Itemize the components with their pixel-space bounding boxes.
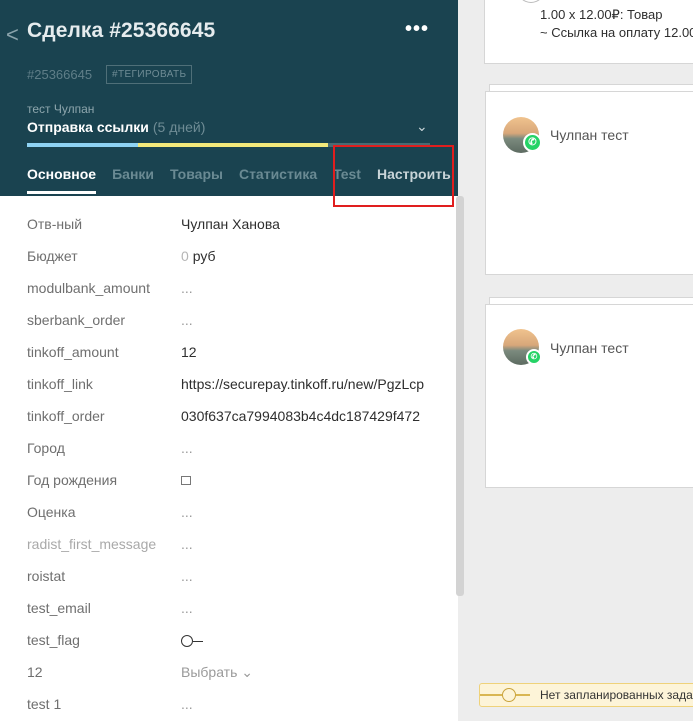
field-row: Бюджет 0 руб	[0, 240, 458, 272]
field-row: test_flag	[0, 624, 458, 656]
field-row: tinkoff_amount 12	[0, 336, 458, 368]
stage-progress-2	[138, 143, 328, 147]
whatsapp-icon: ✆	[523, 133, 542, 152]
back-icon[interactable]: <	[6, 22, 19, 48]
notice-text: Нет запланированных задач	[540, 688, 693, 702]
select-dropdown[interactable]: Выбрать ⌄	[181, 664, 429, 681]
stage-days: (5 дней)	[152, 119, 206, 135]
field-label: modulbank_amount	[27, 280, 150, 296]
pipeline-stage[interactable]: Отправка ссылки (5 дней)	[27, 119, 205, 135]
contact-name[interactable]: тест Чулпан	[27, 102, 94, 116]
page-title[interactable]: Сделка #25366645	[27, 19, 215, 43]
budget-value[interactable]: 0 руб	[181, 248, 429, 264]
field-row: modulbank_amount ...	[0, 272, 458, 304]
field-label: Бюджет	[27, 248, 78, 264]
clock-icon	[502, 688, 516, 702]
payment-link-line[interactable]: ~ Ссылка на оплату 12.00	[540, 25, 693, 40]
field-row: Оценка ...	[0, 496, 458, 528]
field-value[interactable]: ...	[181, 312, 429, 328]
field-value[interactable]: ...	[181, 696, 429, 712]
field-row: Год рождения	[0, 464, 458, 496]
field-value[interactable]: Чулпан Ханова	[181, 216, 429, 232]
field-label: test 1	[27, 696, 62, 712]
field-label: tinkoff_order	[27, 408, 105, 424]
field-label: roistat	[27, 568, 66, 584]
field-row: roistat ...	[0, 560, 458, 592]
product-line: 1.00 x 12.00₽: Товар	[540, 7, 663, 22]
field-label: test_email	[27, 600, 91, 616]
tab-banks[interactable]: Банки	[112, 166, 154, 194]
tab-main[interactable]: Основное	[27, 166, 97, 194]
field-value[interactable]: 12	[181, 344, 429, 360]
stage-progress-1	[27, 143, 138, 147]
field-value[interactable]: ...	[181, 568, 429, 584]
tab-statistics[interactable]: Статистика	[239, 166, 317, 194]
more-icon[interactable]: •••	[405, 18, 429, 41]
field-label: radist_first_message	[27, 536, 157, 552]
deal-panel: < Сделка #25366645 ••• #25366645 #ТЕГИРО…	[0, 0, 458, 721]
toggle-knob-icon	[181, 635, 193, 648]
notice-line	[480, 694, 502, 696]
field-row: Город ...	[0, 432, 458, 464]
field-label: Год рождения	[27, 472, 118, 488]
tab-products[interactable]: Товары	[170, 166, 223, 194]
field-value[interactable]: ...	[181, 504, 429, 520]
deal-id: #25366645	[27, 67, 93, 82]
message-card[interactable]: ✆ Чулпан тест	[485, 91, 693, 275]
stage-label: Отправка ссылки	[27, 119, 149, 135]
field-value[interactable]: https://securepay.tinkoff.ru/new/PgzLcp	[181, 376, 429, 392]
chevron-down-icon[interactable]: ⌄	[416, 118, 428, 135]
field-value[interactable]: ...	[181, 280, 429, 296]
message-author[interactable]: Чулпан тест	[550, 340, 629, 356]
budget-currency: руб	[192, 248, 216, 264]
field-label: Оценка	[27, 504, 76, 520]
field-row: 12 Выбрать ⌄	[0, 656, 458, 688]
field-label: tinkoff_link	[27, 376, 93, 392]
message-author[interactable]: Чулпан тест	[550, 127, 629, 143]
feed-panel: 1.00 x 12.00₽: Товар ~ Ссылка на оплату …	[468, 0, 693, 721]
avatar	[517, 0, 545, 3]
field-value[interactable]: ...	[181, 536, 429, 552]
toggle-track-icon	[193, 640, 203, 643]
field-row: sberbank_order ...	[0, 304, 458, 336]
calendar-icon[interactable]	[181, 475, 191, 485]
field-row: tinkoff_order 030f637ca7994083b4c4dc1874…	[0, 400, 458, 432]
field-label: Город	[27, 440, 65, 456]
notice-line	[516, 694, 530, 696]
field-label: sberbank_order	[27, 312, 126, 328]
message-card[interactable]: ✆ Чулпан тест	[485, 304, 693, 488]
whatsapp-icon: ✆	[526, 349, 542, 365]
field-label: Отв-ный	[27, 216, 83, 232]
scrollbar[interactable]	[456, 196, 464, 596]
budget-zero: 0	[181, 248, 189, 264]
no-tasks-notice[interactable]: Нет запланированных задач	[479, 683, 693, 707]
field-row: test 1 ...	[0, 688, 458, 720]
test-flag-toggle[interactable]	[181, 632, 429, 648]
field-value[interactable]: ...	[181, 440, 429, 456]
field-label: tinkoff_amount	[27, 344, 119, 360]
date-picker[interactable]	[181, 472, 429, 488]
field-row: radist_first_message ...	[0, 528, 458, 560]
field-label: test_flag	[27, 632, 80, 648]
field-row: Отв-ный Чулпан Ханова	[0, 208, 458, 240]
field-label: 12	[27, 664, 43, 680]
field-row: test_email ...	[0, 592, 458, 624]
field-row: tinkoff_link https://securepay.tinkoff.r…	[0, 368, 458, 400]
field-value[interactable]: 030f637ca7994083b4c4dc187429f472	[181, 408, 429, 424]
tag-button[interactable]: #ТЕГИРОВАТЬ	[106, 65, 193, 84]
highlight-box	[333, 145, 454, 207]
field-value[interactable]: ...	[181, 600, 429, 616]
product-card: 1.00 x 12.00₽: Товар ~ Ссылка на оплату …	[484, 0, 693, 64]
